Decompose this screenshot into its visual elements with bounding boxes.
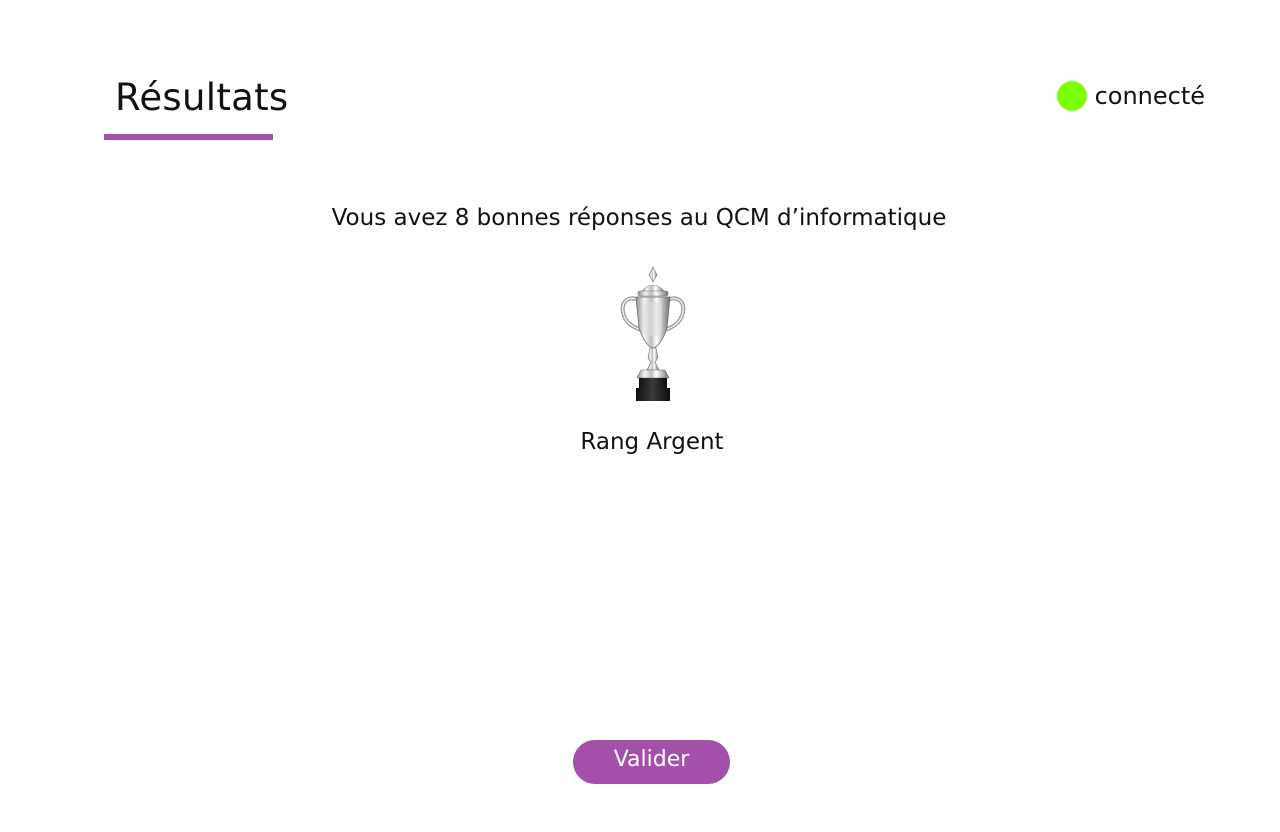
score-message: Vous avez 8 bonnes réponses au QCM d’inf… [331, 205, 947, 231]
page-title: Résultats [115, 76, 289, 119]
silver-trophy-icon [620, 266, 686, 401]
status-label: connecté [1094, 82, 1205, 110]
title-underline [104, 134, 273, 140]
status-dot-icon [1056, 81, 1087, 111]
rank-label: Rang Argent [580, 429, 724, 455]
validate-button[interactable]: Valider [573, 740, 730, 784]
connection-status: connecté [1056, 80, 1205, 112]
results-page: Résultats connecté Vous avez 8 bonnes ré… [0, 0, 1280, 832]
